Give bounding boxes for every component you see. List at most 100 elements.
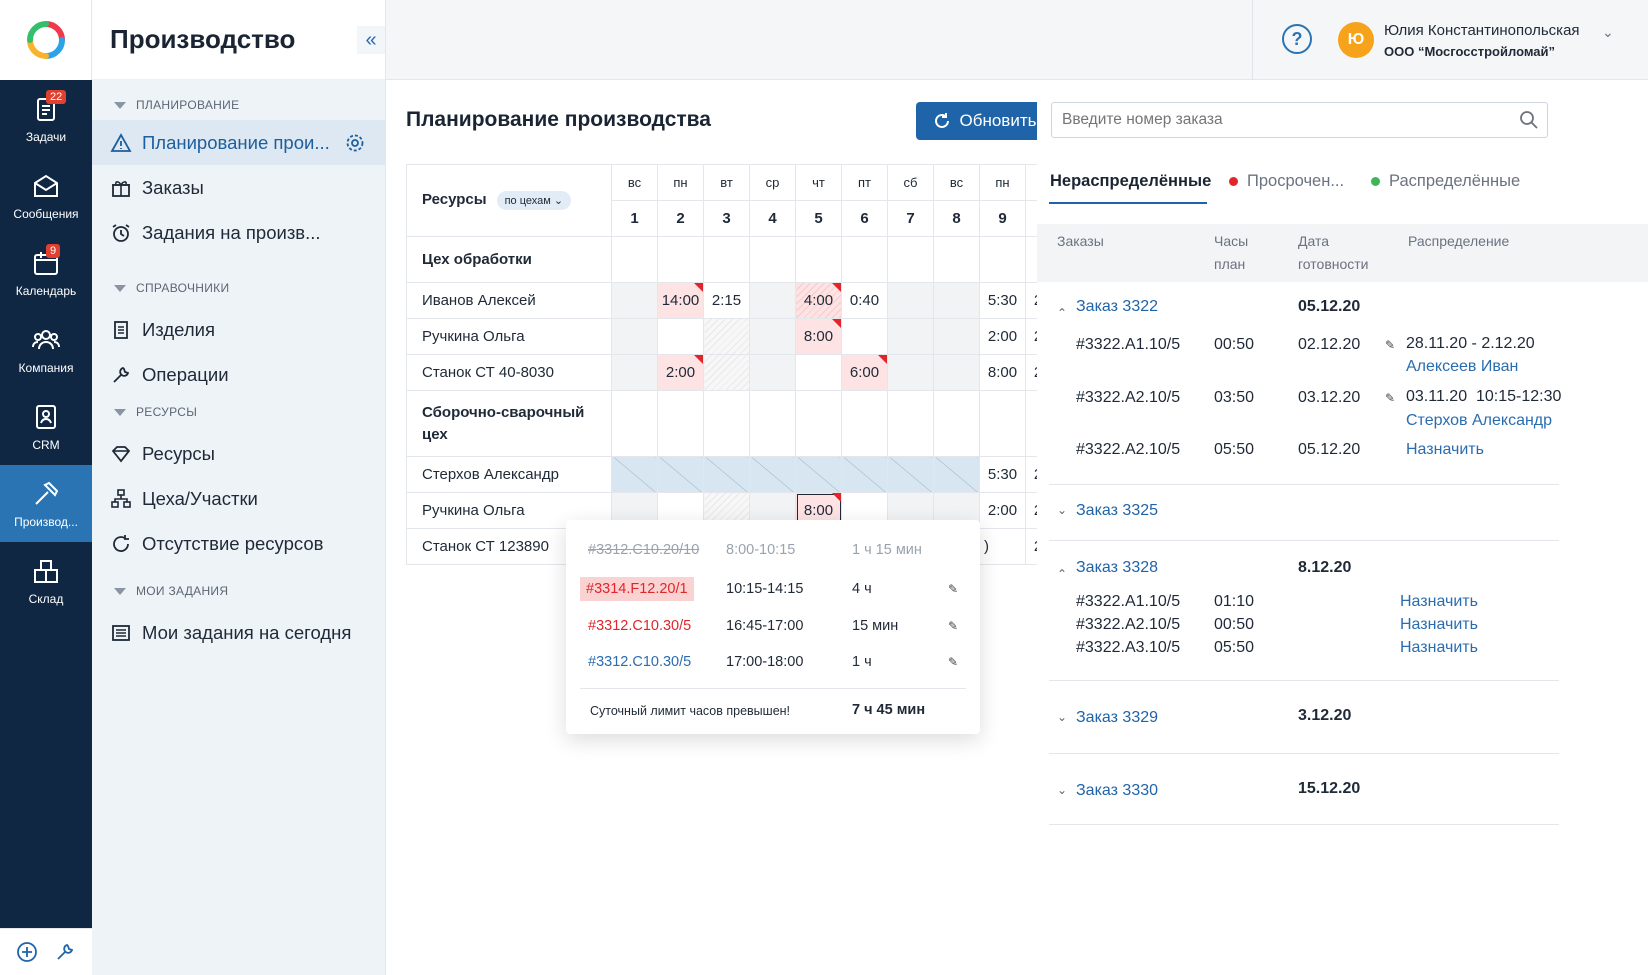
tab-assigned[interactable]: Распределённые bbox=[1371, 172, 1520, 191]
day-cell[interactable] bbox=[841, 318, 888, 355]
task-code[interactable]: #3312.C10.20/10 bbox=[588, 542, 699, 558]
order-link[interactable]: Заказ 3322 bbox=[1076, 298, 1158, 316]
day-cell[interactable] bbox=[611, 456, 658, 493]
order-link[interactable]: Заказ 3330 bbox=[1076, 782, 1158, 800]
day-cell[interactable]: 2:00 bbox=[979, 492, 1026, 529]
task-code[interactable]: #3312.C10.30/5 bbox=[588, 654, 691, 670]
app-logo[interactable] bbox=[0, 0, 92, 80]
day-cell[interactable]: 6:00 bbox=[841, 354, 888, 391]
day-cell[interactable] bbox=[749, 354, 796, 391]
filter-dropdown[interactable]: по цехам ⌄ bbox=[496, 191, 572, 210]
nav-section-resources[interactable]: РЕСУРСЫ bbox=[92, 397, 385, 427]
nav-section-mytasks[interactable]: МОИ ЗАДАНИЯ bbox=[92, 576, 385, 606]
day-cell[interactable] bbox=[887, 282, 934, 319]
day-cell[interactable] bbox=[611, 318, 658, 355]
chevron-up-icon[interactable]: ⌃ bbox=[1057, 567, 1067, 581]
item-assignee[interactable]: Алексеев Иван bbox=[1406, 358, 1518, 376]
rail-item-calendar[interactable]: 9 Календарь bbox=[0, 234, 92, 311]
tab-unassigned[interactable]: Нераспределённые bbox=[1050, 172, 1211, 191]
day-cell[interactable] bbox=[703, 318, 750, 355]
day-cell[interactable] bbox=[933, 318, 980, 355]
wrench-icon[interactable] bbox=[54, 941, 76, 963]
order-link[interactable]: Заказ 3325 bbox=[1076, 502, 1158, 520]
assign-link[interactable]: Назначить bbox=[1400, 639, 1478, 657]
item-assignee[interactable]: Стерхов Александр bbox=[1406, 412, 1552, 430]
task-code[interactable]: #3314.F12.20/1 bbox=[580, 577, 694, 601]
gear-icon[interactable] bbox=[344, 132, 366, 154]
assign-link[interactable]: Назначить bbox=[1400, 593, 1478, 611]
day-cell[interactable] bbox=[795, 456, 842, 493]
day-cell[interactable]: 14:00 bbox=[657, 282, 704, 319]
chevron-down-icon[interactable]: ⌄ bbox=[1602, 24, 1614, 41]
day-cell[interactable] bbox=[611, 354, 658, 391]
day-cell[interactable] bbox=[887, 456, 934, 493]
assign-link[interactable]: Назначить bbox=[1400, 616, 1478, 634]
nav-item-products[interactable]: Изделия bbox=[92, 307, 385, 352]
day-cell[interactable] bbox=[657, 318, 704, 355]
day-of-week: вт bbox=[703, 164, 750, 201]
order-link[interactable]: Заказ 3329 bbox=[1076, 709, 1158, 727]
day-cell[interactable]: 2:00 bbox=[979, 318, 1026, 355]
rail-item-warehouse[interactable]: Склад bbox=[0, 542, 92, 619]
day-cell[interactable] bbox=[703, 354, 750, 391]
day-cell[interactable]: 4:00 bbox=[795, 282, 842, 319]
task-code[interactable]: #3312.C10.30/5 bbox=[588, 618, 691, 634]
pencil-icon[interactable]: ✎ bbox=[948, 582, 958, 596]
day-cell[interactable] bbox=[795, 354, 842, 391]
help-icon[interactable]: ? bbox=[1282, 24, 1312, 54]
nav-item-operations[interactable]: Операции bbox=[92, 352, 385, 397]
day-cell[interactable]: 5:30 bbox=[979, 282, 1026, 319]
order-link[interactable]: Заказ 3328 bbox=[1076, 559, 1158, 577]
nav-section-planning[interactable]: ПЛАНИРОВАНИЕ bbox=[92, 90, 385, 120]
day-cell[interactable] bbox=[887, 318, 934, 355]
day-cell[interactable]: 8:00 bbox=[979, 354, 1026, 391]
day-cell[interactable] bbox=[749, 318, 796, 355]
day-cell[interactable] bbox=[749, 456, 796, 493]
day-cell[interactable] bbox=[887, 354, 934, 391]
pencil-icon[interactable]: ✎ bbox=[948, 619, 958, 633]
day-cell[interactable] bbox=[657, 456, 704, 493]
chevron-down-icon[interactable]: ⌄ bbox=[1057, 783, 1067, 797]
day-cell[interactable]: 8:00 bbox=[795, 318, 842, 355]
nav-item-resources[interactable]: Ресурсы bbox=[92, 431, 385, 476]
assign-link[interactable]: Назначить bbox=[1406, 441, 1484, 459]
chevron-down-icon[interactable]: ⌄ bbox=[1057, 503, 1067, 517]
day-cell[interactable] bbox=[703, 456, 750, 493]
day-cell[interactable] bbox=[749, 282, 796, 319]
refresh-button[interactable]: Обновить bbox=[916, 102, 1052, 140]
day-cell[interactable]: 5:30 bbox=[979, 456, 1026, 493]
rail-item-production[interactable]: Производ... bbox=[0, 465, 92, 542]
nav-item-production-tasks[interactable]: Задания на произв... bbox=[92, 210, 385, 255]
tab-overdue[interactable]: Просрочен... bbox=[1229, 172, 1344, 191]
rail-item-company[interactable]: Компания bbox=[0, 311, 92, 388]
nav-item-today[interactable]: Мои задания на сегодня bbox=[92, 610, 385, 655]
day-cell[interactable]: 2:00 bbox=[657, 354, 704, 391]
collapse-sidebar-button[interactable]: « bbox=[357, 26, 385, 54]
avatar[interactable]: Ю bbox=[1338, 22, 1374, 58]
chevron-down-icon[interactable]: ⌄ bbox=[1057, 710, 1067, 724]
day-cell[interactable] bbox=[933, 354, 980, 391]
pencil-icon[interactable]: ✎ bbox=[1385, 338, 1395, 352]
pencil-icon[interactable]: ✎ bbox=[1385, 391, 1395, 405]
user-name[interactable]: Юлия Константинопольская bbox=[1384, 22, 1580, 39]
day-cell[interactable] bbox=[933, 456, 980, 493]
search-icon[interactable] bbox=[1519, 110, 1539, 130]
day-cell[interactable]: 0:40 bbox=[841, 282, 888, 319]
day-cell[interactable] bbox=[611, 282, 658, 319]
order-search-input[interactable] bbox=[1051, 102, 1548, 138]
nav-item-shops[interactable]: Цеха/Участки bbox=[92, 476, 385, 521]
rail-item-messages[interactable]: Сообщения bbox=[0, 157, 92, 234]
pencil-icon[interactable]: ✎ bbox=[948, 655, 958, 669]
chevron-up-icon[interactable]: ⌃ bbox=[1057, 306, 1067, 320]
rail-item-tasks[interactable]: 22 Задачи bbox=[0, 80, 92, 157]
day-cell[interactable] bbox=[841, 456, 888, 493]
add-circle-icon[interactable] bbox=[16, 941, 38, 963]
rail-item-crm[interactable]: CRM bbox=[0, 388, 92, 465]
nav-item-planning[interactable]: Планирование прои... bbox=[92, 120, 385, 165]
nav-item-absence[interactable]: Отсутствие ресурсов bbox=[92, 521, 385, 566]
nav-section-refs[interactable]: СПРАВОЧНИКИ bbox=[92, 273, 385, 303]
day-cell[interactable] bbox=[933, 282, 980, 319]
nav-item-orders[interactable]: Заказы bbox=[92, 165, 385, 210]
day-cell[interactable]: 2:15 bbox=[703, 282, 750, 319]
day-cell[interactable]: ) bbox=[979, 528, 1026, 565]
